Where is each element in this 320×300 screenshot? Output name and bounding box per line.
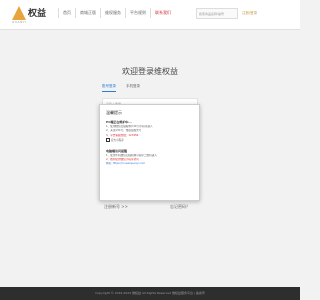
modal-mobile-line-3: 网址: https://m.weiquanyi.com	[106, 162, 193, 166]
nav-item-service[interactable]: 维权服务	[100, 8, 125, 18]
notice-modal: 温馨提示 PC端正在维护中... 1、使用微信扫描右侧公众号/小程序进入 2、关…	[99, 104, 200, 201]
nav-item-rules[interactable]: 平台规则	[125, 8, 150, 18]
forgot-password-link[interactable]: 忘记密码？	[170, 204, 190, 210]
site-footer: Copyright © 2019-2024 维权益 All Rights Res…	[0, 287, 300, 300]
modal-pc-section: PC端正在维护中...	[106, 120, 132, 124]
login-tabs: 账号登录 手机登录	[102, 84, 150, 92]
header-search-input[interactable]: 搜索商品名称/编号	[196, 8, 238, 19]
logo-text: 权益	[28, 9, 47, 19]
modal-qr-label: 官方小程序	[110, 139, 124, 143]
header-login-button[interactable]: 注册/登录	[240, 8, 259, 19]
qr-code-icon	[106, 138, 110, 143]
modal-title: 温馨提示	[106, 110, 122, 115]
main-nav: 首页 商城正版 维权服务 平台规则 联系我们	[58, 8, 175, 18]
nav-item-contact[interactable]: 联系我们	[150, 8, 175, 18]
modal-pc-line-4: 官方小程序	[106, 138, 193, 143]
site-header: 权益 QUANYI 首页 商城正版 维权服务 平台规则 联系我们 搜索商品名称/…	[0, 0, 300, 30]
modal-hotline: 3、平台客服热线：123456	[106, 133, 139, 137]
register-link[interactable]: 注册新号 >>	[104, 204, 128, 210]
modal-mobile-section: 电脑端访问提醒	[106, 148, 128, 153]
modal-mobile-link[interactable]: 网址: https://m.weiquanyi.com	[106, 162, 145, 165]
site-logo[interactable]: 权益 QUANYI	[12, 6, 56, 26]
login-title: 欢迎登录维权益	[122, 67, 178, 76]
footer-copyright: Copyright © 2019-2024 维权益 All Rights Res…	[95, 291, 205, 295]
nav-item-mall[interactable]: 商城正版	[75, 8, 100, 18]
nav-item-home[interactable]: 首页	[58, 8, 75, 18]
tab-account-login[interactable]: 账号登录	[102, 84, 116, 92]
tab-phone-login[interactable]: 手机登录	[126, 84, 140, 92]
logo-icon	[12, 6, 26, 20]
logo-subtext: QUANYI	[12, 20, 27, 24]
